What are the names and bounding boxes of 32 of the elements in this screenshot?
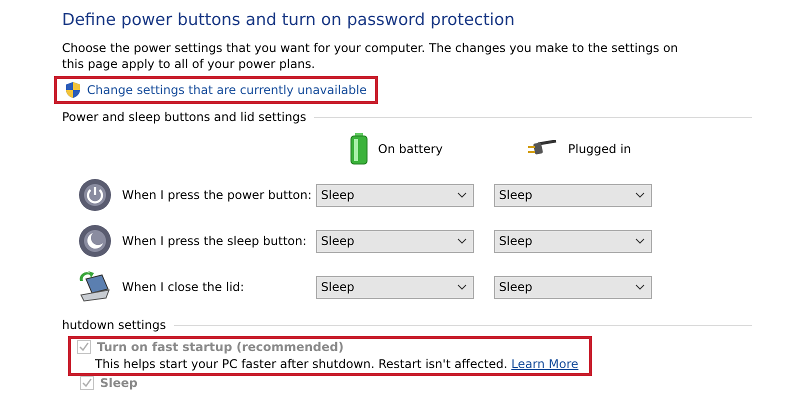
change-settings-link[interactable]: Change settings that are currently unavailable (87, 83, 367, 97)
action-dropdown[interactable]: Sleep (494, 184, 652, 206)
chevron-down-icon (457, 284, 467, 290)
page-description: Choose the power settings that you want for your computer. The changes you make to the settings on this page apply to all of your power plans. (62, 40, 680, 72)
chevron-down-icon (635, 284, 645, 290)
action-dropdown[interactable]: Sleep (316, 276, 474, 298)
page-title: Define power buttons and turn on password protection (62, 10, 516, 31)
fast-startup-note: This helps start your PC faster after shutdown. Restart isn't affected. (95, 357, 508, 371)
checkmark-icon (79, 342, 89, 352)
chevron-down-icon (635, 238, 645, 244)
chevron-down-icon (457, 192, 467, 198)
setting-label: When I press the power button: (122, 188, 312, 202)
shield-icon (65, 81, 81, 99)
action-dropdown[interactable]: Sleep (316, 184, 474, 206)
column-heading: Plugged in (568, 142, 632, 156)
checkmark-icon (82, 378, 92, 388)
checkbox-label: Turn on fast startup (recommended) (97, 340, 344, 354)
checkbox-label: Sleep (100, 376, 138, 390)
moon-icon (78, 224, 112, 258)
laptop-icon (78, 271, 112, 303)
setting-label: When I press the sleep button: (122, 234, 307, 248)
action-dropdown[interactable]: Sleep (494, 276, 652, 298)
action-dropdown[interactable]: Sleep (494, 230, 652, 252)
column-heading: On battery (378, 142, 443, 156)
setting-label: When I close the lid: (122, 280, 244, 294)
chevron-down-icon (457, 238, 467, 244)
section-heading: Power and sleep buttons and lid settings (62, 110, 306, 124)
section-heading: hutdown settings (62, 318, 166, 332)
chevron-down-icon (635, 192, 645, 198)
action-dropdown[interactable]: Sleep (316, 230, 474, 252)
power-icon (78, 178, 112, 212)
battery-icon (350, 133, 368, 165)
